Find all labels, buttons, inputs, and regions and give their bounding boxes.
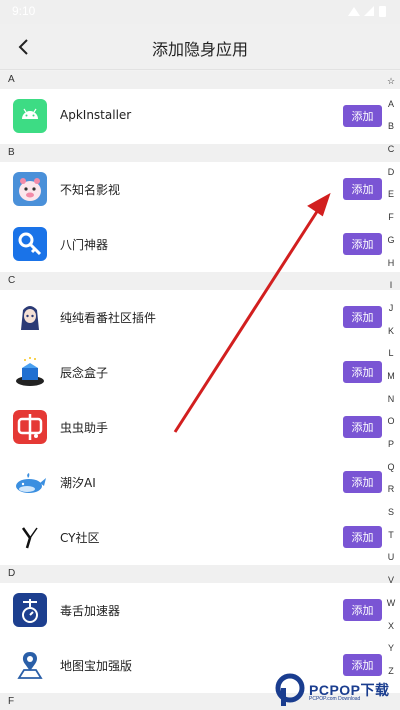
index-letter[interactable]: H: [384, 258, 398, 281]
system-status-icons: [348, 6, 386, 17]
index-letter[interactable]: P: [384, 439, 398, 462]
list-item-apkinstaller[interactable]: ApkInstaller 添加: [0, 89, 400, 144]
list-item-buzhiming[interactable]: 不知名影视 添加: [0, 162, 400, 217]
add-button[interactable]: 添加: [343, 471, 382, 493]
section-header-d: D: [0, 565, 400, 583]
index-letter[interactable]: T: [384, 530, 398, 553]
add-button[interactable]: 添加: [343, 233, 382, 255]
index-letter[interactable]: M: [384, 371, 398, 394]
bug-logo-icon: [13, 410, 47, 444]
index-letter[interactable]: F: [384, 212, 398, 235]
list-item-chongchong[interactable]: 虫虫助手 添加: [0, 400, 400, 455]
page-title: 添加隐身应用: [151, 40, 248, 59]
alphabet-index-bar[interactable]: ☆ A B C D E F G H I J K L M N O P Q R S T U V W X Y Z: [384, 76, 398, 689]
whale-icon: [13, 465, 47, 499]
cy-logo-icon: [13, 520, 47, 554]
app-name: 纯纯看番社区插件: [60, 311, 157, 325]
app-name: 地图宝加强版: [60, 659, 133, 673]
apkinstaller-icon: [13, 99, 47, 133]
add-button[interactable]: 添加: [343, 105, 382, 127]
app-bar: 添加隐身应用: [0, 24, 400, 70]
battery-icon: [379, 6, 386, 17]
index-letter[interactable]: X: [384, 621, 398, 644]
app-list[interactable]: A ApkInstaller 添加 B 不知名影视 添加 八门神器 添加 C 纯…: [0, 71, 400, 710]
add-button[interactable]: 添加: [343, 526, 382, 548]
index-letter[interactable]: B: [384, 121, 398, 144]
index-letter[interactable]: O: [384, 416, 398, 439]
list-item-chunchun[interactable]: 纯纯看番社区插件 添加: [0, 290, 400, 345]
index-letter[interactable]: Q: [384, 462, 398, 485]
index-letter[interactable]: E: [384, 189, 398, 212]
index-letter[interactable]: Y: [384, 643, 398, 666]
index-letter[interactable]: A: [384, 99, 398, 122]
app-name: 八门神器: [60, 238, 109, 252]
app-name: 不知名影视: [60, 183, 121, 197]
index-letter[interactable]: I: [384, 280, 398, 303]
add-button[interactable]: 添加: [343, 178, 382, 200]
map-pin-icon: [13, 648, 47, 682]
app-name: ApkInstaller: [60, 108, 132, 122]
index-letter[interactable]: D: [384, 167, 398, 190]
status-time: 9:10: [12, 4, 36, 18]
app-name: 潮汐AI: [60, 476, 96, 490]
pcpop-logo-icon: [275, 673, 305, 706]
section-header-c: C: [0, 272, 400, 290]
index-letter[interactable]: ☆: [384, 76, 398, 99]
section-header-b: B: [0, 144, 400, 162]
index-letter[interactable]: V: [384, 575, 398, 598]
index-letter[interactable]: S: [384, 507, 398, 530]
add-button[interactable]: 添加: [343, 599, 382, 621]
pcpop-watermark: PCPOP下载 PCPOP.com Download: [275, 668, 400, 708]
list-item-cy[interactable]: CY社区 添加: [0, 510, 400, 565]
app-name: 虫虫助手: [60, 421, 109, 435]
section-header-a: A: [0, 71, 400, 89]
add-button[interactable]: 添加: [343, 416, 382, 438]
index-letter[interactable]: K: [384, 326, 398, 349]
add-button[interactable]: 添加: [343, 306, 382, 328]
index-letter[interactable]: L: [384, 348, 398, 371]
stopwatch-logo-icon: [13, 593, 47, 627]
index-letter[interactable]: J: [384, 303, 398, 326]
key-icon: [13, 227, 47, 261]
wifi-icon: [348, 7, 360, 16]
index-letter[interactable]: U: [384, 552, 398, 575]
add-button[interactable]: 添加: [343, 361, 382, 383]
list-item-chaoxi[interactable]: 潮汐AI 添加: [0, 455, 400, 510]
app-name: 辰念盒子: [60, 366, 109, 380]
signal-icon: [364, 6, 374, 16]
index-letter[interactable]: W: [384, 598, 398, 621]
anime-character-icon: [13, 300, 47, 334]
status-bar: 9:10: [0, 0, 400, 24]
box-icon: [13, 355, 47, 389]
index-letter[interactable]: N: [384, 394, 398, 417]
index-letter[interactable]: R: [384, 484, 398, 507]
list-item-chennian[interactable]: 辰念盒子 添加: [0, 345, 400, 400]
app-name: 毒舌加速器: [60, 604, 121, 618]
index-letter[interactable]: C: [384, 144, 398, 167]
list-item-dushe[interactable]: 毒舌加速器 添加: [0, 583, 400, 638]
index-letter[interactable]: G: [384, 235, 398, 258]
app-name: CY社区: [60, 531, 100, 545]
list-item-bamen[interactable]: 八门神器 添加: [0, 217, 400, 272]
watermark-subtext: PCPOP.com Download: [309, 696, 361, 702]
pig-mascot-icon: [13, 172, 47, 206]
